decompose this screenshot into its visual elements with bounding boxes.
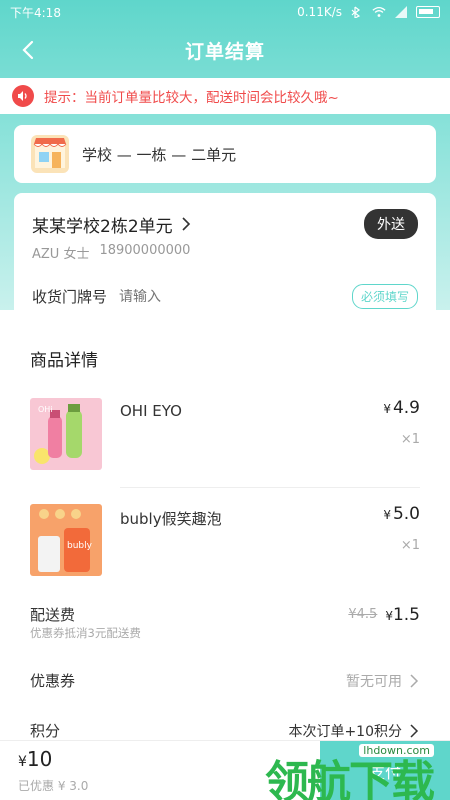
coupon-value-wrap: 暂无可用 bbox=[346, 671, 420, 691]
goods-item: bubly bubly假笑趣泡 ¥5.0 ×1 bbox=[30, 504, 420, 584]
signal-icon bbox=[395, 6, 407, 18]
shop-storefront-icon bbox=[31, 135, 69, 173]
delivery-fee-current: ¥1.5 bbox=[385, 605, 420, 625]
goods-price: ¥4.9 bbox=[383, 398, 420, 418]
coupon-value: 暂无可用 bbox=[346, 673, 402, 690]
currency-symbol: ¥ bbox=[383, 402, 391, 416]
delivery-fee-values: ¥4.5 ¥1.5 bbox=[348, 605, 420, 625]
speaker-icon bbox=[12, 85, 34, 107]
contact-phone: 18900000000 bbox=[99, 243, 191, 258]
points-value-wrap: 本次订单+10积分 bbox=[288, 721, 420, 741]
delivery-mode-button[interactable]: 外送 bbox=[364, 209, 418, 239]
shop-name: 学校 — 一栋 — 二单元 bbox=[82, 145, 237, 164]
status-time: 下午4:18 bbox=[10, 5, 61, 20]
product-image: OHi bbox=[30, 398, 102, 470]
watermark-url: lhdown.com bbox=[359, 744, 434, 757]
delivery-fee-note: 优惠券抵消3元配送费 bbox=[30, 626, 141, 640]
notice-banner: 提示：当前订单量比较大，配送时间会比较久哦~ bbox=[0, 78, 450, 114]
address-card: 某某学校2栋2单元 外送 AZU 女士 18900000000 收货门牌号 必须… bbox=[14, 193, 436, 323]
coupon-row[interactable]: 优惠券 暂无可用 bbox=[30, 670, 420, 691]
status-indicators: 0.11K/s bbox=[297, 5, 440, 19]
goods-section-title: 商品详情 bbox=[30, 351, 98, 371]
required-tag: 必须填写 bbox=[351, 284, 418, 309]
svg-text:bubly: bubly bbox=[67, 541, 93, 551]
goods-item: OHi OHI EYO ¥4.9 ×1 bbox=[30, 398, 420, 478]
watermark-logo: 领航下载 lhdown.com bbox=[265, 742, 440, 800]
doorplate-label: 收货门牌号 bbox=[32, 288, 108, 306]
order-total: ¥10 bbox=[18, 747, 52, 771]
goods-price: ¥5.0 bbox=[383, 504, 420, 524]
network-speed: 0.11K/s bbox=[297, 5, 342, 19]
points-label: 积分 bbox=[30, 722, 61, 740]
delivery-fee-label: 配送费 bbox=[30, 606, 76, 624]
goods-price-value: 4.9 bbox=[392, 398, 420, 418]
contact-info: AZU 女士 18900000000 bbox=[32, 243, 418, 262]
shop-card[interactable]: 学校 — 一栋 — 二单元 bbox=[14, 125, 436, 183]
bluetooth-icon bbox=[351, 6, 361, 18]
goods-quantity: ×1 bbox=[400, 538, 420, 553]
svg-text:OHi: OHi bbox=[38, 405, 53, 414]
goods-price-value: 5.0 bbox=[392, 504, 420, 524]
page-title: 订单结算 bbox=[184, 40, 265, 63]
currency-symbol: ¥ bbox=[18, 754, 27, 770]
product-image: bubly bbox=[30, 504, 102, 576]
points-value: 本次订单+10积分 bbox=[288, 723, 402, 740]
doorplate-input[interactable] bbox=[119, 288, 320, 305]
notice-text: 提示：当前订单量比较大，配送时间会比较久哦~ bbox=[44, 90, 339, 106]
order-total-value: 10 bbox=[26, 747, 53, 771]
delivery-fee-current-value: 1.5 bbox=[392, 604, 420, 625]
status-bar: 下午4:18 0.11K/s bbox=[0, 0, 450, 24]
currency-symbol: ¥ bbox=[383, 508, 391, 522]
navigation-bar: 订单结算 bbox=[0, 24, 450, 76]
chevron-left-icon bbox=[22, 40, 34, 60]
chevron-right-icon bbox=[182, 217, 190, 231]
chevron-right-icon bbox=[410, 723, 419, 738]
coupon-label: 优惠券 bbox=[30, 672, 76, 690]
divider bbox=[120, 487, 420, 488]
goods-quantity: ×1 bbox=[400, 432, 420, 447]
address-row[interactable]: 某某学校2栋2单元 外送 bbox=[32, 209, 418, 239]
order-details-card: 商品详情 OHi OHI EYO ¥4.9 ×1 bubly bubly假笑趣泡… bbox=[0, 310, 450, 740]
back-button[interactable] bbox=[14, 36, 42, 64]
currency-symbol: ¥ bbox=[385, 608, 393, 623]
contact-name: AZU 女士 bbox=[32, 247, 90, 262]
wifi-icon bbox=[372, 6, 386, 17]
goods-name: bubly假笑趣泡 bbox=[120, 510, 222, 528]
goods-name: OHI EYO bbox=[120, 402, 182, 420]
delivery-fee-row: 配送费 ¥4.5 ¥1.5 bbox=[30, 604, 420, 625]
address-title: 某某学校2栋2单元 bbox=[32, 216, 173, 237]
delivery-fee-original: ¥4.5 bbox=[348, 607, 378, 622]
battery-icon bbox=[416, 6, 440, 18]
chevron-right-icon bbox=[410, 673, 419, 688]
doorplate-row: 收货门牌号 必须填写 bbox=[32, 284, 418, 309]
points-row[interactable]: 积分 本次订单+10积分 bbox=[30, 720, 420, 741]
saved-amount: 已优惠 ¥ 3.0 bbox=[18, 779, 89, 793]
